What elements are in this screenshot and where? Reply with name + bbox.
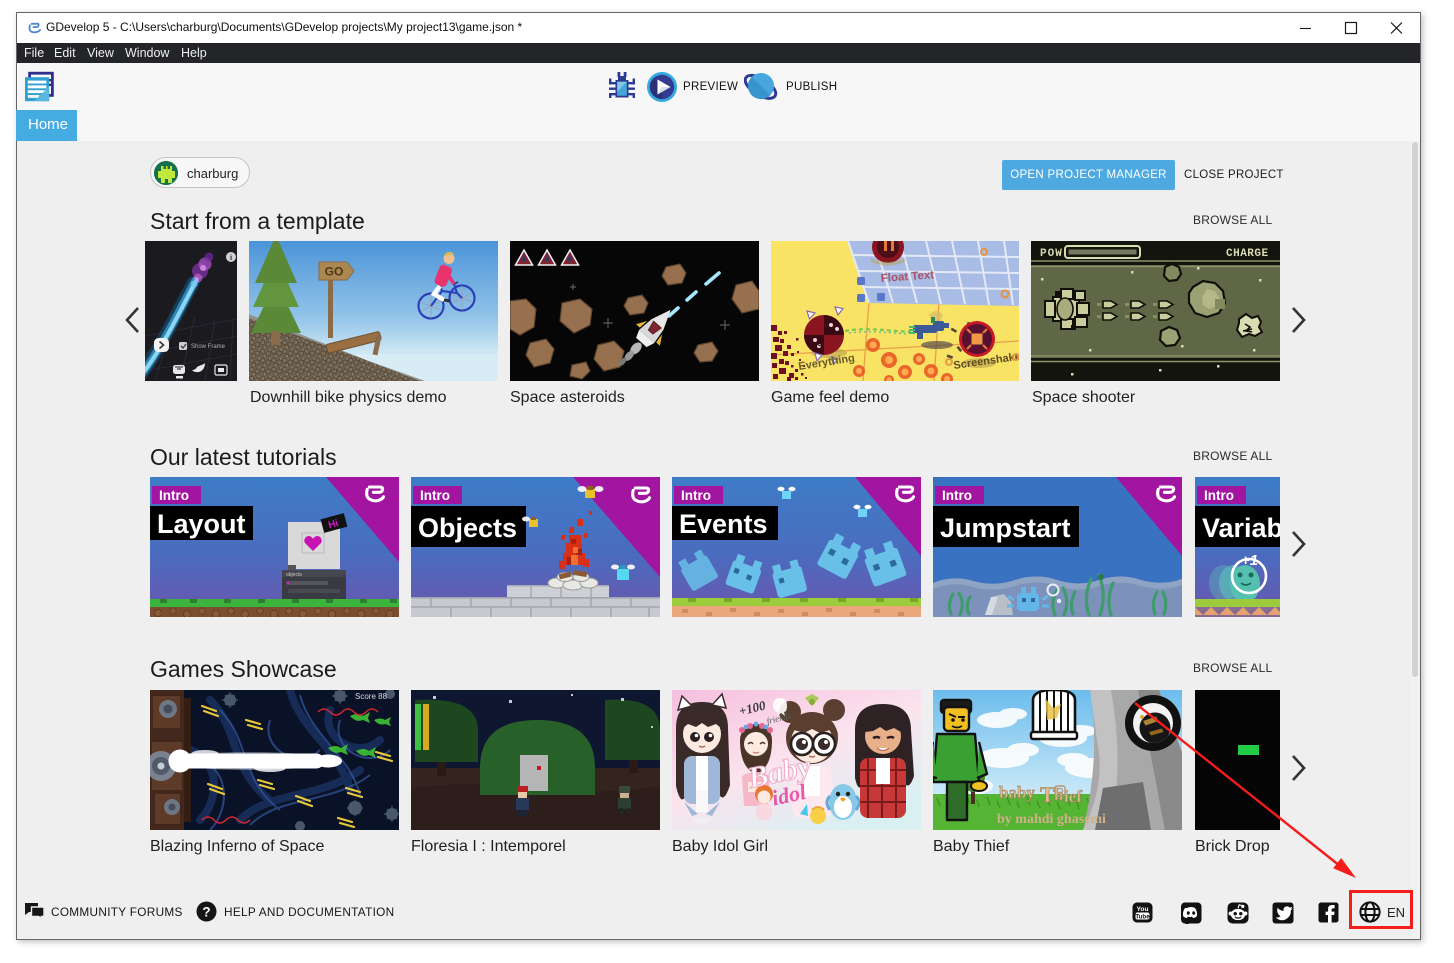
svg-text:i: i: [230, 253, 232, 262]
svg-text:Intro: Intro: [681, 488, 711, 503]
svg-text:Objects: Objects: [418, 513, 517, 543]
svg-text:Intro: Intro: [420, 488, 450, 503]
svg-text:Intro: Intro: [942, 488, 972, 503]
svg-text:Score 88: Score 88: [355, 692, 388, 701]
svg-text:GO: GO: [325, 265, 344, 279]
svg-text:POW: POW: [1040, 248, 1063, 260]
svg-text:Intro: Intro: [159, 488, 189, 503]
svg-text:objects: objects: [286, 572, 302, 578]
svg-text:T: T: [1040, 782, 1055, 807]
svg-text:Jumpstart: Jumpstart: [940, 513, 1071, 543]
svg-text:?: ?: [202, 905, 210, 920]
svg-text:baby: baby: [999, 783, 1035, 802]
svg-text:ief: ief: [1064, 787, 1082, 806]
svg-text:Intro: Intro: [1204, 488, 1234, 503]
svg-text:Events: Events: [679, 509, 768, 539]
svg-text:Show Frame: Show Frame: [191, 344, 226, 350]
svg-text:CHARGE: CHARGE: [1226, 248, 1269, 260]
svg-text:Layout: Layout: [157, 509, 246, 539]
svg-text:by mahdi ghasemi: by mahdi ghasemi: [997, 812, 1106, 827]
svg-text:Variab: Variab: [1202, 513, 1280, 543]
